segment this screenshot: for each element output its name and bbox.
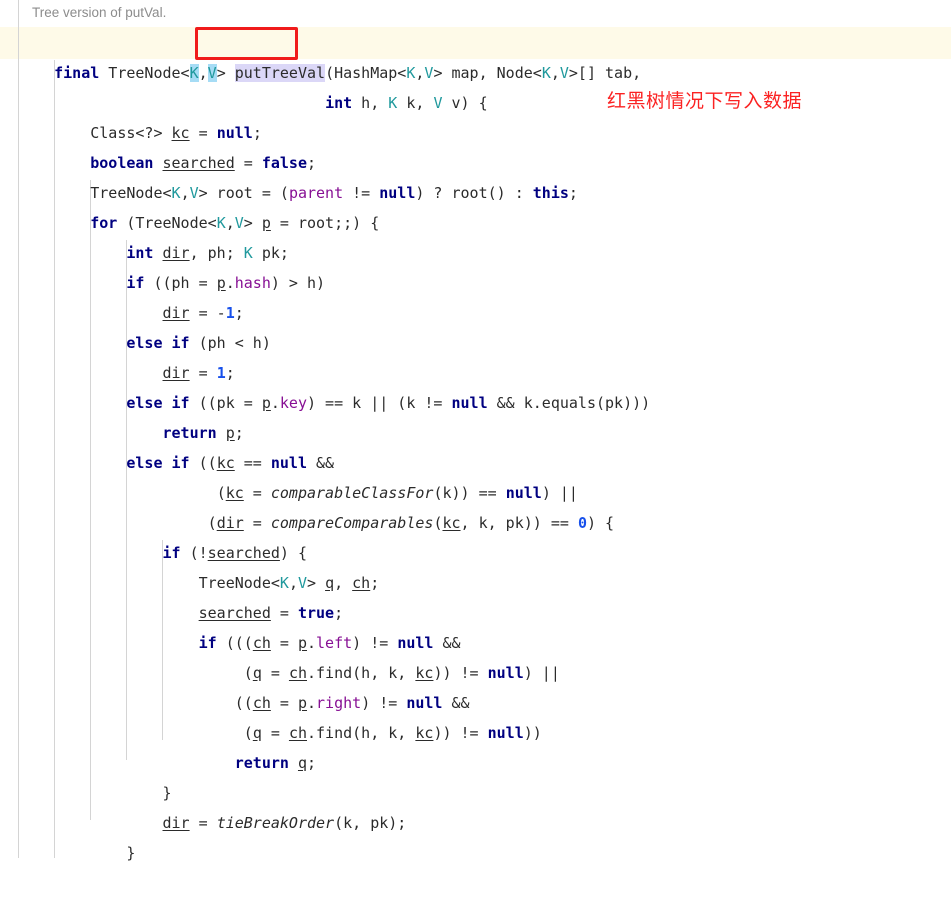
code-line-params[interactable]: int h, K k, V v) { — [0, 58, 951, 112]
code-line-signature[interactable]: final TreeNode<K,V> putTreeVal(HashMap<K… — [0, 28, 951, 82]
code-line-dir-1[interactable]: dir = 1; — [0, 328, 951, 382]
code-line-tie-break-order[interactable]: dir = tieBreakOrder(k, pk); — [0, 778, 951, 832]
code-line-boolean-searched[interactable]: boolean searched = false; — [0, 118, 951, 172]
code-line-root-init[interactable]: TreeNode<K,V> root = (parent != null) ? … — [0, 148, 951, 202]
code-editor[interactable]: Tree version of putVal. final TreeNode<K… — [0, 0, 951, 862]
code-line-class-kc[interactable]: Class<?> kc = null; — [0, 88, 951, 142]
code-line-close-brace-inner[interactable]: } — [0, 748, 951, 802]
doc-comment: Tree version of putVal. — [32, 5, 167, 20]
chinese-annotation: 红黑树情况下写入数据 — [607, 90, 803, 112]
code-line-else-if-key[interactable]: else if ((pk = p.key) == k || (k != null… — [0, 358, 951, 412]
code-line-else-if-kc[interactable]: else if ((kc == null && — [0, 418, 951, 472]
code-line-ch-right[interactable]: ((ch = p.right) != null && — [0, 658, 951, 712]
code-line-searched-true[interactable]: searched = true; — [0, 568, 951, 622]
code-line-if-ch-left[interactable]: if (((ch = p.left) != null && — [0, 598, 951, 652]
code-line-if-not-searched[interactable]: if (!searched) { — [0, 508, 951, 562]
code-line-comparable-class-for[interactable]: (kc = comparableClassFor(k)) == null) || — [0, 448, 951, 502]
code-line-q-find-right[interactable]: (q = ch.find(h, k, kc)) != null)) — [0, 688, 951, 742]
code-line-int-dir[interactable]: int dir, ph; K pk; — [0, 208, 951, 262]
code-line-compare-comparables[interactable]: (dir = compareComparables(kc, k, pk)) ==… — [0, 478, 951, 532]
code-line-q-find-left[interactable]: (q = ch.find(h, k, kc)) != null) || — [0, 628, 951, 682]
code-line-treenode-q-ch[interactable]: TreeNode<K,V> q, ch; — [0, 538, 951, 592]
code-line-dir-neg1[interactable]: dir = -1; — [0, 268, 951, 322]
code-line-return-p[interactable]: return p; — [0, 388, 951, 442]
code-line-else-if-ph-lt[interactable]: else if (ph < h) — [0, 298, 951, 352]
code-line-close-brace-outer[interactable]: } — [0, 808, 951, 862]
code-line-return-q[interactable]: return q; — [0, 718, 951, 772]
code-line-if-ph-gt[interactable]: if ((ph = p.hash) > h) — [0, 238, 951, 292]
code-line-for[interactable]: for (TreeNode<K,V> p = root;;) { — [0, 178, 951, 232]
